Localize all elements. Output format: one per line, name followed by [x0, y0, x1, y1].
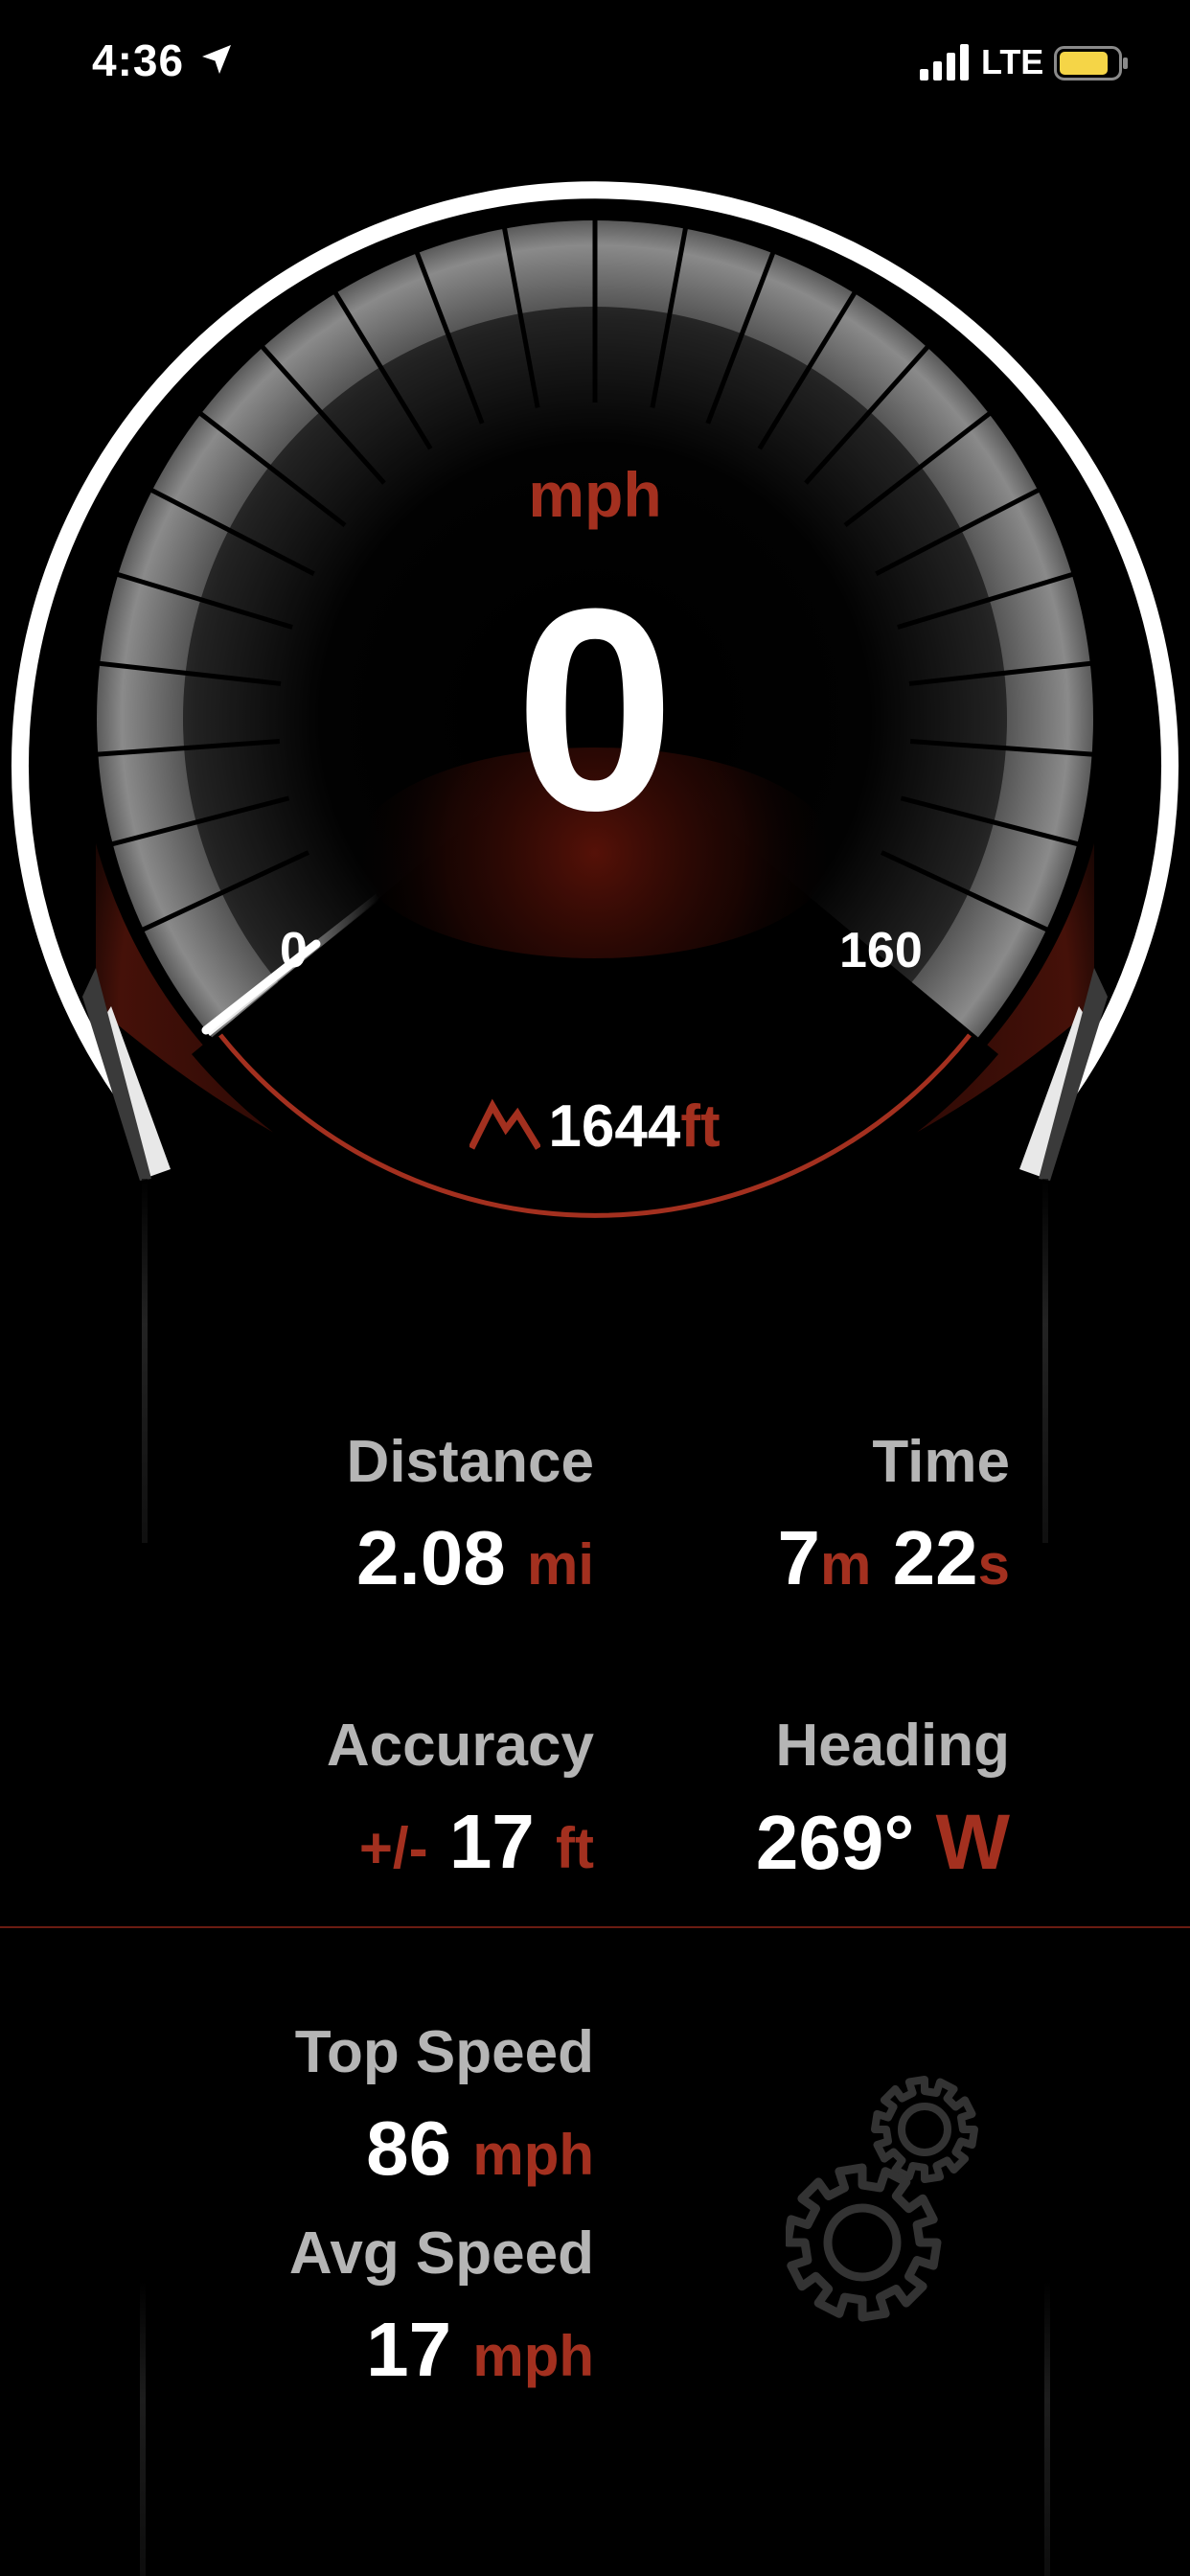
battery-icon [1054, 46, 1128, 80]
heading-value: 269° W [756, 1798, 1010, 1888]
top-speed-number: 86 [366, 2105, 452, 2191]
heading-degrees: 269° [755, 1800, 915, 1885]
altitude-readout: 1644ft [0, 1092, 1190, 1161]
location-arrow-icon [202, 45, 231, 74]
distance-label: Distance [346, 1429, 594, 1495]
mountain-icon [469, 1098, 541, 1150]
distance-unit: mi [526, 1532, 594, 1597]
time-value: 7m 22s [778, 1514, 1010, 1602]
altitude-unit: ft [680, 1093, 721, 1160]
time-minutes: 7 [777, 1515, 821, 1600]
avg-speed-label: Avg Speed [288, 2220, 594, 2287]
avg-speed-unit: mph [472, 2324, 594, 2388]
right-rail-lower [1044, 2281, 1050, 2576]
heading-label: Heading [775, 1713, 1010, 1779]
section-divider [0, 1926, 1190, 1928]
avg-speed-number: 17 [366, 2307, 452, 2392]
left-rail [142, 1179, 148, 1543]
left-rail-lower [140, 2281, 146, 2576]
gears-icon[interactable] [786, 2070, 996, 2338]
accuracy-prefix: +/- [358, 1816, 428, 1880]
accuracy-unit: ft [556, 1816, 594, 1880]
status-bar: 4:36 LTE [0, 0, 1190, 125]
distance-number: 2.08 [356, 1515, 506, 1600]
signal-icon [920, 44, 969, 80]
accuracy-value: +/- 17 ft [359, 1798, 594, 1886]
accuracy-label: Accuracy [326, 1713, 594, 1779]
time-minutes-unit: m [820, 1532, 872, 1597]
altitude-value: 1644 [548, 1093, 681, 1160]
speed-unit-label: mph [528, 459, 662, 530]
time-label: Time [872, 1429, 1010, 1495]
time-seconds-unit: s [977, 1532, 1010, 1597]
status-time: 4:36 [92, 35, 185, 85]
right-rail [1042, 1179, 1048, 1543]
time-seconds: 22 [892, 1515, 978, 1600]
current-speed: 0 [515, 548, 675, 870]
top-speed-label: Top Speed [294, 2019, 594, 2085]
top-speed-unit: mph [472, 2123, 594, 2187]
distance-value: 2.08 mi [356, 1514, 594, 1602]
network-type: LTE [981, 42, 1044, 81]
gauge-scale-max: 160 [839, 923, 923, 978]
top-speed-value: 86 mph [366, 2104, 594, 2193]
heading-direction: W [935, 1799, 1010, 1886]
avg-speed-value: 17 mph [366, 2306, 594, 2394]
gauge-scale-min: 0 [280, 923, 308, 978]
accuracy-number: 17 [448, 1799, 535, 1884]
